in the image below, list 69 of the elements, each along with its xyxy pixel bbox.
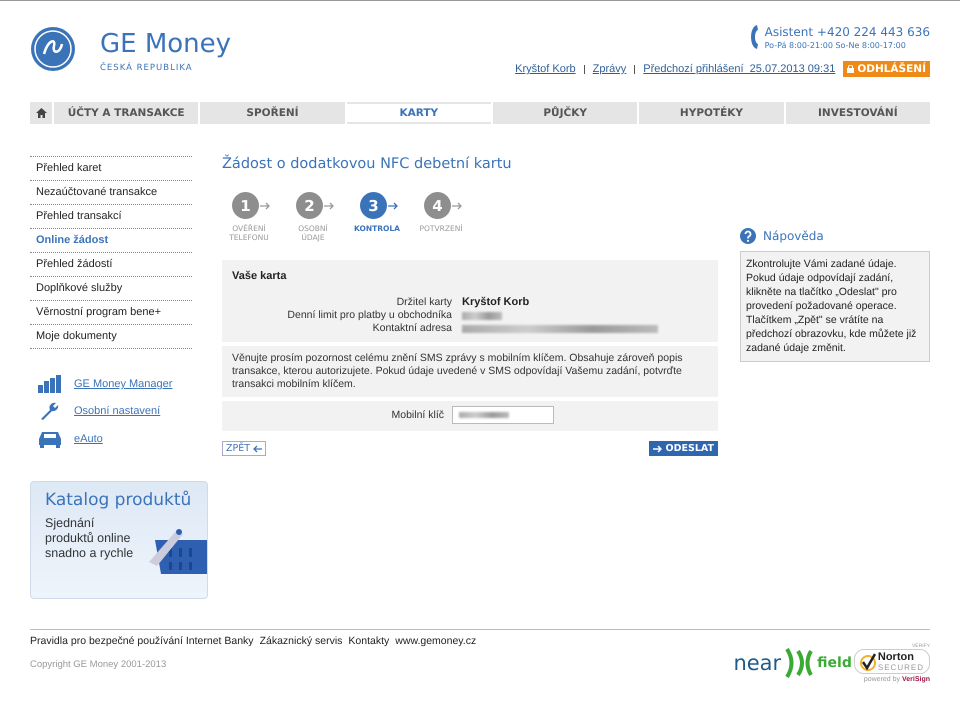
blurred-value [462,312,502,320]
sidebar-item[interactable]: Doplňkové služby [30,277,192,301]
section-title: Vaše karta [232,270,288,282]
user-link[interactable]: Zprávy [592,63,626,75]
field-value: Kryštof Korb [462,296,530,308]
assistant-phone: Asistent +420 224 443 636 [764,24,930,38]
nav-tab[interactable]: PŮJČKY [492,102,638,124]
logo-text: near [733,651,782,675]
assistant-hours: Po-Pá 8:00-21:00 So-Ne 8:00-17:00 [764,40,907,50]
sidebar-item[interactable]: Nezaúčtované transakce [30,181,192,205]
car-icon [38,429,62,449]
arrow-right-icon [388,202,398,210]
tool-link[interactable]: GE Money Manager [74,378,172,390]
field-label: Kontaktní adresa [372,322,452,334]
nav-tab[interactable]: INVESTOVÁNÍ [786,102,930,124]
footer-link[interactable]: Kontakty [348,635,390,647]
lock-icon [847,65,854,73]
footer-link[interactable]: Pravidla pro bezpečné používání Internet Banky [30,635,254,647]
bracket-waves-icon [784,647,814,679]
footer-link[interactable]: www.gemoney.cz [395,635,476,647]
submit-button[interactable]: ODESLAT [648,441,718,456]
tool-link[interactable]: eAuto [74,433,103,445]
input-field[interactable] [452,406,554,424]
nav-tab[interactable]: KARTY [346,102,491,124]
user-link[interactable]: Předchozí přihlášení 25.07.2013 09:31 [643,63,836,75]
home-tab[interactable] [30,102,52,124]
arrow-right-icon [324,202,334,210]
sidebar-item[interactable]: Věrnostní program bene+ [30,301,192,325]
field-label: Denní limit pro platby u obchodníka [286,309,452,321]
brand-subtitle: ČESKÁ REPUBLIKA [100,63,194,73]
nav-tab[interactable]: ÚČTY A TRANSAKCE [54,102,198,124]
brand-name: GE Money [100,29,232,59]
bar-chart-icon [38,375,62,393]
field-label: Mobilní klíč [390,409,444,421]
seal-text: Norton [878,651,915,663]
help-title: Nápověda [763,229,824,243]
ge-logo-icon [30,26,76,72]
promo-banner[interactable]: Katalog produktů Sjednání produktů online snadno a rychle [30,481,208,599]
arrow-right-icon [652,444,662,452]
logo-text: field [817,655,852,671]
step-number: 2 [296,192,323,219]
field-label: Držitel karty [396,296,452,308]
sidebar-item[interactable]: Přehled transakcí [30,205,192,229]
arrow-right-icon [452,202,462,210]
help-icon [740,228,756,244]
nav-tab[interactable]: SPOŘENÍ [200,102,345,124]
user-link[interactable]: Kryštof Korb [515,63,576,75]
sidebar-item[interactable]: Přehled karet [30,157,192,181]
help-text: Zkontrolujte Vámi zadané údaje. Pokud údaje odpovídají zadání, klikněte na tlačítko „Odeslat" pro provedení požadované operace. Tlačítkem „Zpět" se vrátíte na předchozí obrazovku, kde můžete již zadané údaje změnit. [740,251,930,362]
sidebar-item[interactable]: Přehled žádostí [30,253,192,277]
home-icon [36,108,46,118]
page-title: Žádost o dodatkovou NFC debetní kartu [222,156,513,172]
seal-text: SECURED [878,663,924,672]
step-number: 3 [360,192,387,219]
step-number: 1 [232,192,259,219]
step-number: 4 [424,192,451,219]
tool-link[interactable]: Osobní nastavení [74,405,160,417]
promo-title: Katalog produktů [45,490,192,510]
footer-link[interactable]: Zákaznický servis [260,635,342,647]
sidebar-item[interactable]: Online žádost [30,229,192,253]
back-button[interactable]: ZPĚT [222,441,266,456]
checkmark-icon [860,652,876,670]
sidebar-item[interactable]: Moje dokumenty [30,325,192,349]
arrow-right-icon [260,202,270,210]
nav-tab[interactable]: HYPOTÉKY [639,102,784,124]
arrow-left-icon [253,444,262,452]
notice-text: Věnujte prosím pozornost celému znění SMS zprávy s mobilním klíčem. Obsahuje zároveň popis transakce, kterou autorizujete. Pokud údaje uvedené v SMS odpovídají Vašemu zadání, potvrďte transakci mobilním klíčem. [222,346,718,397]
promo-text: Sjednání produktů online snadno a rychle [45,516,134,561]
copyright: Copyright GE Money 2001-2013 [30,659,168,670]
